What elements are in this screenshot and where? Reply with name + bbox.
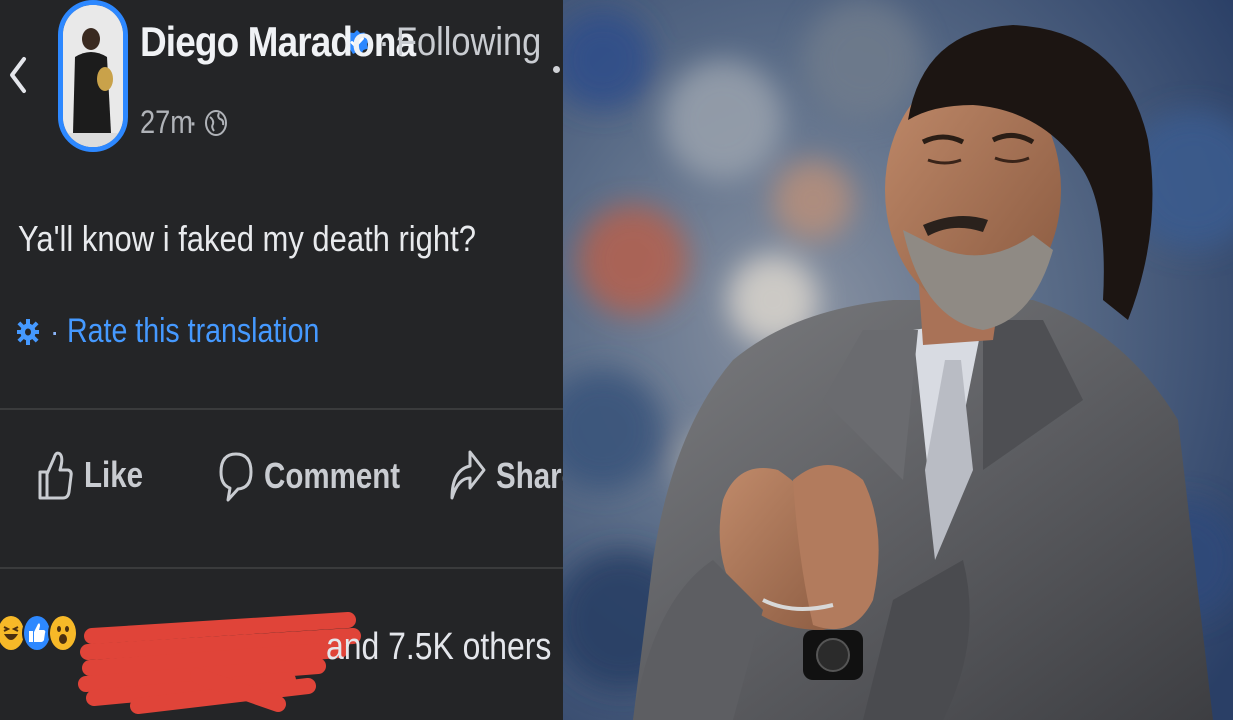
comment-button[interactable]: Comment — [218, 448, 430, 504]
facebook-post: Diego Maradona · Following 27m · Ya'll k… — [0, 0, 563, 720]
photo-illustration — [563, 0, 1233, 720]
back-button[interactable] — [6, 50, 30, 100]
photo-man-clapping — [563, 0, 1233, 720]
globe-icon — [205, 109, 227, 136]
divider — [0, 567, 563, 569]
thumbs-up-icon — [38, 451, 73, 500]
share-label: Share — [496, 455, 563, 496]
separator-dot: · — [50, 315, 60, 347]
like-label: Like — [84, 454, 144, 495]
share-button[interactable]: Share — [448, 448, 563, 504]
share-arrow-icon — [450, 450, 486, 500]
avatar-image — [63, 5, 123, 147]
comment-label: Comment — [264, 455, 401, 496]
comment-bubble-icon — [219, 452, 253, 502]
author-name[interactable]: Diego Maradona — [140, 18, 416, 66]
redaction-scribble — [78, 612, 361, 714]
more-options-icon[interactable] — [553, 66, 560, 73]
like-button[interactable]: Like — [36, 448, 156, 502]
wow-icon — [48, 614, 78, 652]
reaction-summary[interactable]: and 7.5K others — [326, 626, 551, 669]
post-body-text: Ya'll know i faked my death right? — [18, 218, 476, 259]
post-timestamp[interactable]: 27m — [140, 104, 193, 141]
chevron-left-icon — [10, 57, 26, 93]
follow-status[interactable]: Following — [396, 20, 541, 65]
translate-gear-icon — [17, 318, 39, 345]
divider — [0, 408, 563, 410]
reaction-icons[interactable] — [0, 614, 78, 652]
rate-translation-link[interactable]: Rate this translation — [67, 312, 319, 351]
author-avatar[interactable] — [58, 0, 128, 152]
